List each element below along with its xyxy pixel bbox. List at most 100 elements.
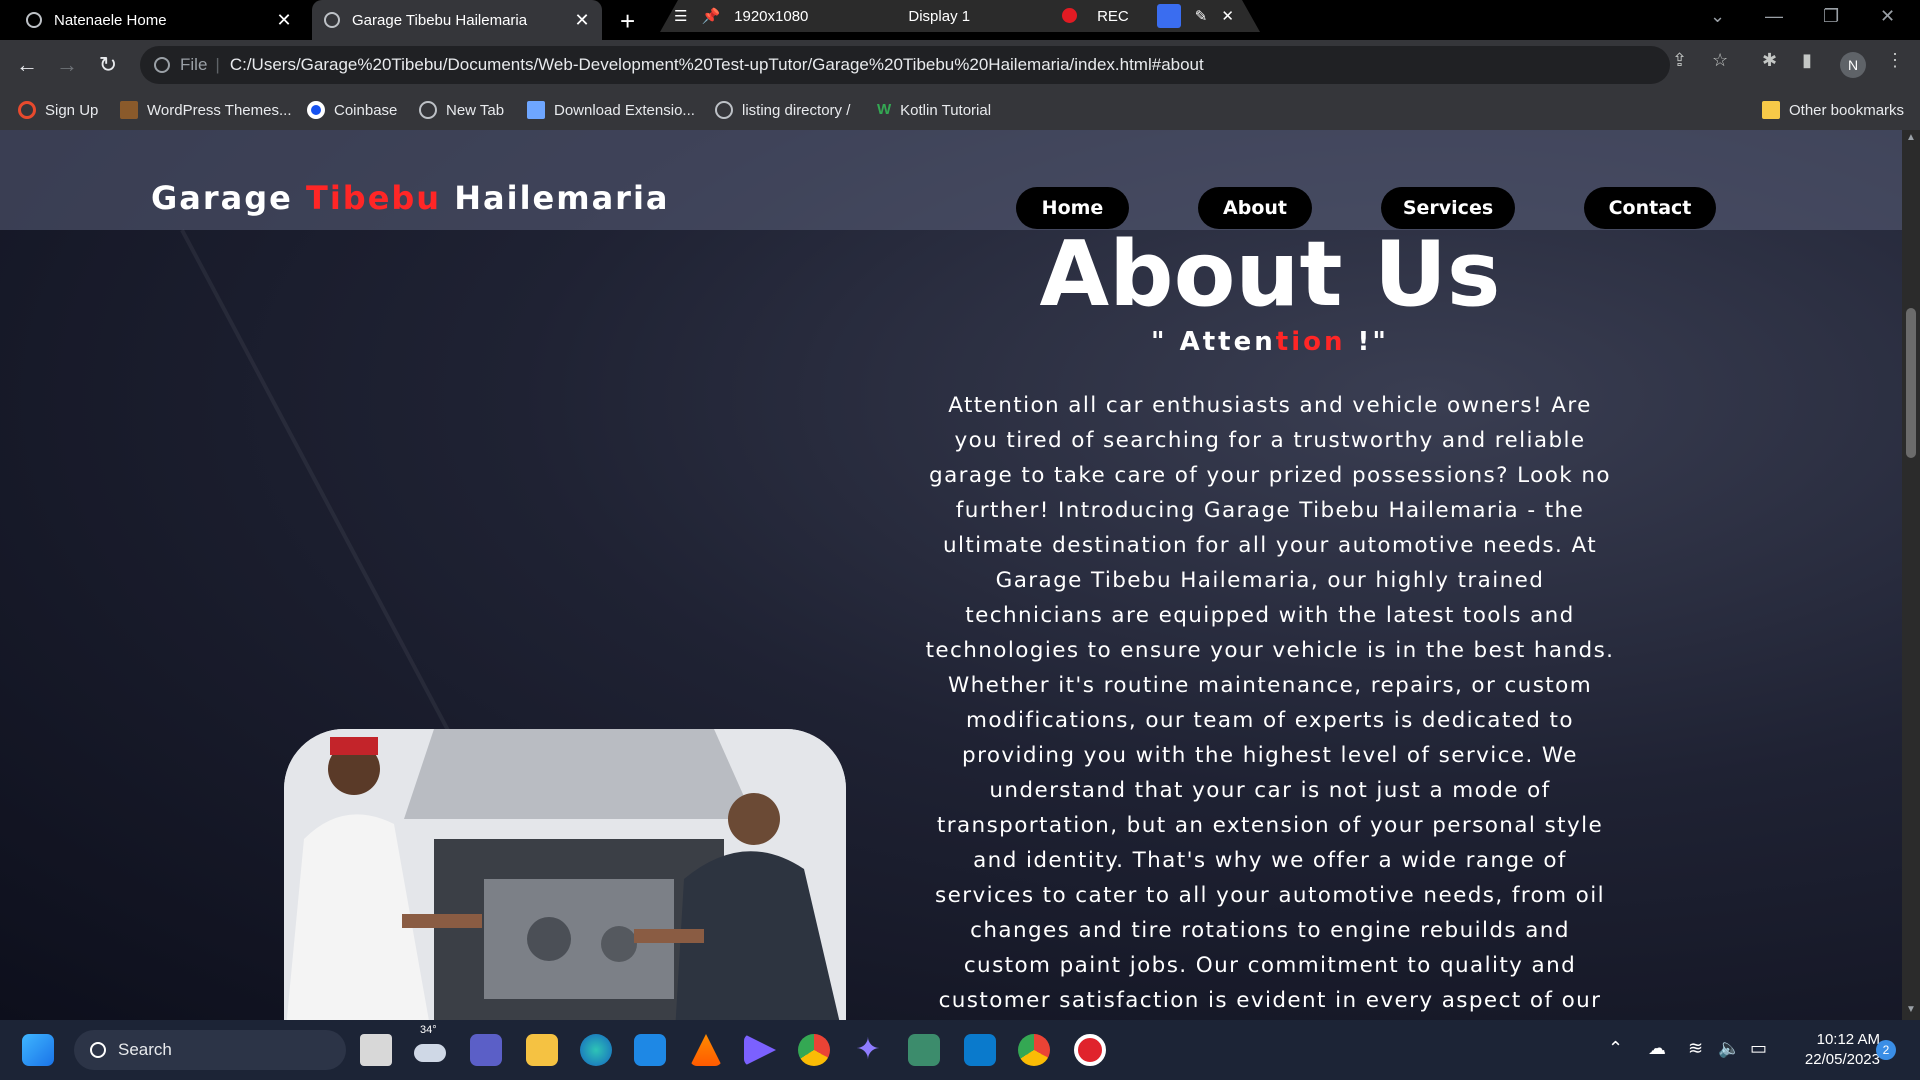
logo-highlight: Tibebu <box>305 179 442 217</box>
tab-strip: Natenaele Home ✕ Garage Tibebu Hailemari… <box>0 0 1920 40</box>
about-title: About Us <box>1039 222 1501 327</box>
themes-icon <box>120 101 138 119</box>
recorder-display: Display 1 <box>908 7 971 25</box>
square-icon <box>1156 4 1181 28</box>
taskbar-clock[interactable]: 10:12 AM 22/05/2023 <box>1780 1030 1880 1070</box>
bookmark-kotlin-tutorial[interactable]: W Kotlin Tutorial <box>877 90 991 130</box>
back-button[interactable]: ← <box>12 50 42 80</box>
windows-start-icon[interactable] <box>22 1034 54 1066</box>
bookmark-star-icon[interactable]: ☆ <box>1712 50 1728 71</box>
search-icon <box>90 1042 106 1058</box>
scroll-thumb[interactable] <box>1906 308 1916 458</box>
sparkle-icon[interactable]: ✦ <box>852 1034 884 1066</box>
record-icon <box>1062 7 1078 23</box>
recorder-blue-button[interactable] <box>1143 4 1181 28</box>
about-tagline: " Attention !" <box>910 327 1630 357</box>
file-explorer-icon[interactable] <box>526 1034 558 1066</box>
coinbase-icon <box>307 101 325 119</box>
recorder-icon[interactable] <box>1074 1034 1106 1066</box>
tab-garage-tibebu[interactable]: Garage Tibebu Hailemaria ✕ <box>312 0 602 40</box>
reload-button[interactable]: ↻ <box>93 50 123 80</box>
bookmark-sign-up[interactable]: Sign Up <box>18 90 98 130</box>
wifi-icon[interactable]: ≋ <box>1688 1038 1703 1059</box>
page-viewport: Garage Tibebu Hailemaria Home About Serv… <box>0 130 1902 1020</box>
bookmark-label: New Tab <box>446 101 505 119</box>
close-icon[interactable]: ✕ <box>274 10 294 31</box>
menu-icon[interactable]: ☰ <box>674 7 687 25</box>
bookmark-label: Other bookmarks <box>1789 101 1905 119</box>
nav-contact[interactable]: Contact <box>1584 187 1716 229</box>
bookmark-label: Sign Up <box>45 101 99 119</box>
chrome-icon[interactable] <box>798 1034 830 1066</box>
rec-button[interactable]: REC <box>1048 7 1129 25</box>
scroll-down-icon[interactable]: ▼ <box>1906 1004 1916 1015</box>
task-view-icon[interactable] <box>360 1034 392 1066</box>
notification-badge[interactable]: 2 <box>1876 1040 1896 1060</box>
window-close-icon[interactable]: ✕ <box>1880 6 1895 27</box>
profile-avatar[interactable]: N <box>1840 52 1866 78</box>
taskbar-search[interactable]: Search <box>74 1030 346 1070</box>
store-icon[interactable] <box>634 1034 666 1066</box>
pin-icon[interactable]: 📌 <box>701 7 720 25</box>
weather-widget[interactable]: 34° <box>414 1024 446 1066</box>
opera-icon <box>18 101 36 119</box>
share-icon[interactable]: ⇪ <box>1672 50 1687 71</box>
app-icon[interactable] <box>908 1034 940 1066</box>
page-scrollbar[interactable]: ▲ ▼ <box>1902 130 1920 1020</box>
globe-icon <box>419 101 437 119</box>
rec-label: REC <box>1097 7 1129 25</box>
forward-button[interactable]: → <box>52 50 82 80</box>
chrome-profile-icon[interactable] <box>1018 1034 1050 1066</box>
tab-search-icon[interactable]: ⌄ <box>1710 6 1725 27</box>
tab-title: Natenaele Home <box>54 11 167 29</box>
edge-icon[interactable] <box>580 1034 612 1066</box>
tagline-part: " Atten <box>1151 327 1276 357</box>
scheme-label: File <box>180 55 208 74</box>
scroll-up-icon[interactable]: ▲ <box>1906 132 1916 143</box>
bookmark-label: WordPress Themes... <box>147 101 292 119</box>
vlc-icon[interactable] <box>690 1034 722 1066</box>
close-icon[interactable]: ✕ <box>572 10 592 31</box>
url-text[interactable]: C:/Users/Garage%20Tibebu/Documents/Web-D… <box>230 55 1204 75</box>
divider: | <box>215 55 220 74</box>
browser-toolbar: ← → ↻ File | C:/Users/Garage%20Tibebu/Do… <box>0 40 1920 90</box>
volume-icon[interactable]: 🔈 <box>1718 1038 1740 1059</box>
side-panel-icon[interactable]: ▮ <box>1802 50 1812 71</box>
bookmark-wordpress-themes[interactable]: WordPress Themes... <box>120 90 292 130</box>
globe-icon <box>26 12 42 28</box>
restore-icon[interactable]: ❐ <box>1823 6 1839 27</box>
globe-icon <box>324 12 340 28</box>
bookmark-listing-directory[interactable]: listing directory / <box>715 90 850 130</box>
battery-icon[interactable]: ▭ <box>1750 1038 1767 1059</box>
vscode-icon[interactable] <box>964 1034 996 1066</box>
clock-time: 10:12 AM <box>1816 1031 1880 1048</box>
site-logo[interactable]: Garage Tibebu Hailemaria <box>151 182 670 214</box>
bookmark-coinbase[interactable]: Coinbase <box>307 90 397 130</box>
tagline-part: !" <box>1345 327 1389 357</box>
teams-icon[interactable] <box>470 1034 502 1066</box>
other-bookmarks-folder[interactable]: Other bookmarks <box>1762 90 1904 130</box>
tab-natenaele-home[interactable]: Natenaele Home ✕ <box>14 0 304 40</box>
globe-icon <box>715 101 733 119</box>
info-icon[interactable] <box>154 57 170 73</box>
bookmark-new-tab[interactable]: New Tab <box>419 90 504 130</box>
bookmarks-bar: Sign Up WordPress Themes... Coinbase New… <box>0 90 1920 131</box>
logo-part: Hailemaria <box>441 179 670 217</box>
windows-taskbar: Search 34° ✦ ⌃ ☁ ≋ 🔈 ▭ 10:12 AM 22/05/20… <box>0 1020 1920 1080</box>
media-player-icon[interactable] <box>744 1034 776 1066</box>
pencil-icon[interactable]: ✎ <box>1195 7 1208 25</box>
new-tab-button[interactable]: + <box>620 6 635 37</box>
menu-kebab-icon[interactable]: ⋮ <box>1886 50 1904 71</box>
address-bar[interactable]: File | C:/Users/Garage%20Tibebu/Document… <box>140 46 1670 84</box>
cloud-icon <box>414 1044 446 1062</box>
extensions-icon[interactable]: ✱ <box>1762 50 1777 71</box>
folder-icon <box>1762 101 1780 119</box>
bookmark-label: listing directory / <box>742 101 851 119</box>
minimize-icon[interactable]: — <box>1765 6 1783 27</box>
bookmark-label: Kotlin Tutorial <box>900 101 992 119</box>
mechanics-photo <box>284 729 846 1020</box>
bookmark-download-extension[interactable]: Download Extensio... <box>527 90 695 130</box>
close-icon[interactable]: ✕ <box>1221 7 1234 25</box>
chevron-up-icon[interactable]: ⌃ <box>1608 1038 1623 1059</box>
onedrive-icon[interactable]: ☁ <box>1648 1038 1666 1059</box>
